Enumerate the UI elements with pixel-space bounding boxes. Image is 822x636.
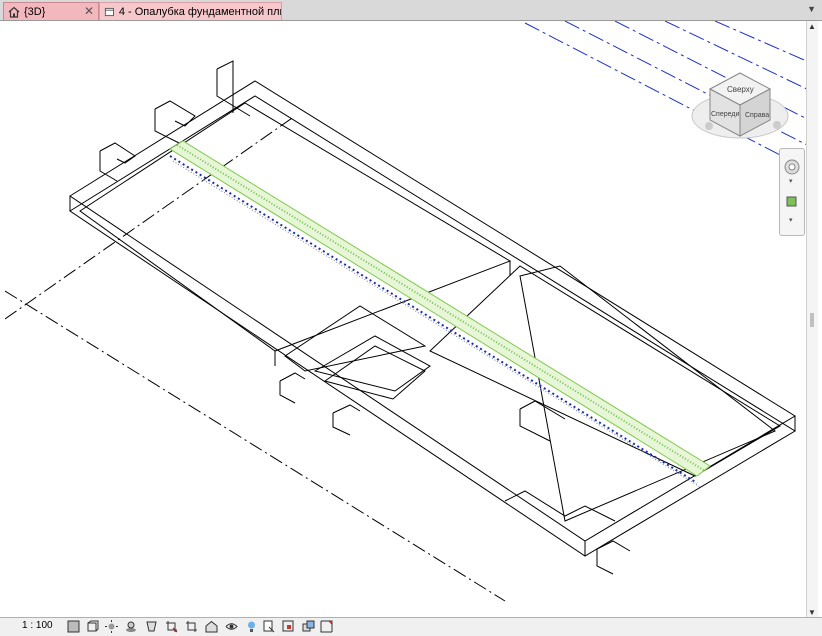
viewcube-front-label: Спереди — [711, 111, 739, 118]
show-crop-icon[interactable] — [185, 620, 198, 633]
tab-label: 4 - Опалубка фундаментной плит... — [118, 5, 281, 18]
chevron-down-icon[interactable]: ▾ — [789, 178, 793, 185]
zoom-icon[interactable] — [786, 196, 797, 207]
close-icon[interactable]: ✕ — [84, 4, 94, 18]
analytical-model-icon[interactable] — [282, 620, 295, 633]
scroll-up-icon[interactable]: ▲ — [808, 22, 816, 31]
viewcube-top-label: Сверху — [727, 85, 754, 94]
vertical-scrollbar[interactable]: ▲ ▼ — [806, 21, 818, 618]
tab-3d[interactable]: {3D} ✕ — [3, 2, 99, 20]
tab-list-icon[interactable]: ▼ — [807, 4, 816, 14]
chevron-down-icon[interactable]: ▾ — [789, 217, 793, 224]
scroll-down-icon[interactable]: ▼ — [808, 608, 816, 617]
scroll-thumb[interactable] — [810, 313, 814, 327]
sheet-icon — [104, 7, 114, 16]
rebar-cage — [169, 140, 711, 488]
viewcube[interactable]: Сверху Спереди Справа — [691, 72, 789, 139]
viewcube-right-label: Справа — [745, 112, 769, 119]
shadows-icon[interactable] — [125, 620, 138, 633]
unlock-3d-icon[interactable] — [205, 620, 218, 633]
viewcube-compass-icon — [705, 122, 713, 130]
crop-view-icon[interactable] — [165, 620, 178, 633]
sun-path-icon[interactable] — [105, 620, 118, 633]
view-scale[interactable]: 1 : 100 — [22, 620, 53, 631]
tab-sheet-formwork[interactable]: 4 - Опалубка фундаментной плит... — [99, 2, 282, 20]
highlight-displacement-icon[interactable] — [302, 620, 315, 633]
model-drawing: Сверху Спереди Справа — [4, 20, 812, 602]
reveal-constraints-icon[interactable] — [320, 620, 333, 633]
reveal-hidden-icon[interactable] — [245, 620, 258, 633]
view-tab-bar: {3D} ✕ 4 - Опалубка фундаментной плит...… — [0, 0, 822, 21]
3d-view-canvas[interactable]: Сверху Спереди Справа — [4, 20, 812, 616]
worksharing-icon[interactable] — [262, 620, 275, 633]
temporary-hide-icon[interactable] — [225, 620, 238, 633]
home-3d-icon — [8, 6, 20, 18]
navigation-bar[interactable]: ▾ ▾ — [779, 148, 805, 236]
viewcube-compass-icon — [773, 121, 781, 129]
detail-level-icon[interactable] — [67, 620, 80, 633]
tab-label: {3D} — [24, 5, 46, 18]
view-control-bar: 1 : 100 — [0, 617, 822, 636]
render-icon[interactable] — [145, 620, 158, 633]
visual-style-icon[interactable] — [86, 620, 99, 633]
